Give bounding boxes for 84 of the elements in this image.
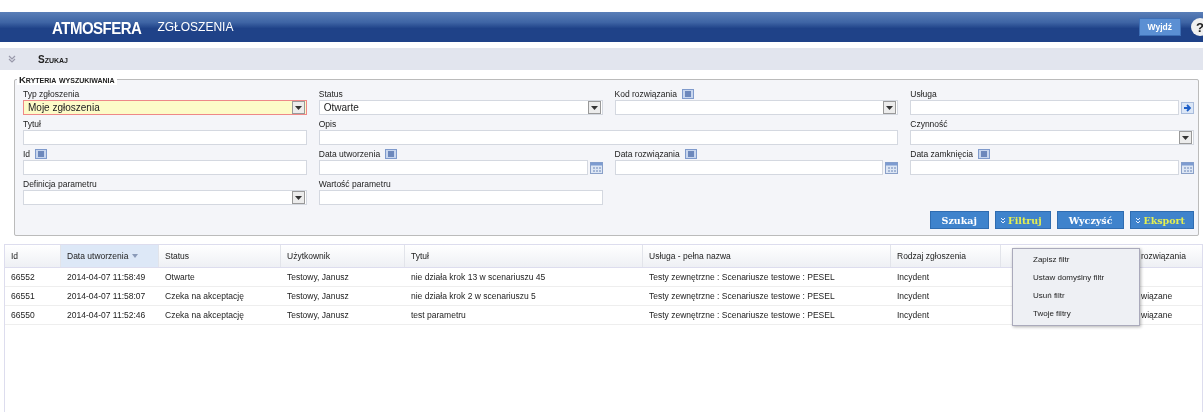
- filter-operator-icon[interactable]: [978, 148, 991, 159]
- column-header[interactable]: Rodzaj zgłoszenia: [891, 245, 1001, 267]
- table-cell: nie działa krok 2 w scenariuszu 5: [411, 291, 536, 301]
- menu-item[interactable]: Twoje filtry: [1013, 305, 1139, 323]
- column-header[interactable]: Status: [159, 245, 281, 267]
- table-cell: Testy zewnętrzne : Scenariusze testowe : PESEL: [649, 272, 835, 282]
- date-field[interactable]: [614, 160, 884, 175]
- calendar-icon[interactable]: [1181, 161, 1194, 174]
- select-field[interactable]: Moje zgłoszenia: [23, 100, 307, 115]
- field-label: Data rozwiązania: [614, 148, 680, 159]
- action-button[interactable]: Szukaj: [929, 211, 989, 229]
- field-label: Kod rozwiązania: [614, 88, 677, 99]
- table-cell: 66552: [11, 272, 35, 282]
- filter-operator-icon[interactable]: [684, 148, 697, 159]
- field-label: Data zamknięcia: [910, 148, 974, 159]
- table-cell: Czeka na akceptację: [165, 310, 244, 320]
- input-field[interactable]: [23, 160, 307, 175]
- input-field[interactable]: [23, 130, 307, 145]
- date-field[interactable]: [318, 160, 588, 175]
- table-cell: 66551: [11, 291, 35, 301]
- menu-item[interactable]: Zapisz filtr: [1013, 251, 1139, 269]
- table-cell: Testy zewnętrzne : Scenariusze testowe : PESEL: [649, 310, 835, 320]
- table-cell: Czeka na akceptację: [165, 291, 244, 301]
- column-header[interactable]: Data utworzenia: [61, 245, 159, 267]
- dropdown-icon[interactable]: [883, 101, 897, 114]
- table-cell: Testowy, Janusz: [287, 272, 349, 282]
- app-logo: ATMOSFERA: [52, 17, 142, 37]
- caret-icon: [1135, 216, 1142, 224]
- table-cell: Testowy, Janusz: [287, 310, 349, 320]
- table-cell: 2014-04-07 11:52:46: [67, 310, 146, 320]
- table-cell: wiązane: [1141, 310, 1173, 320]
- menu-item[interactable]: Ustaw domyślny filtr: [1013, 269, 1139, 287]
- field-label: Status: [318, 88, 343, 99]
- select-field[interactable]: Otwarte: [318, 100, 603, 115]
- table-cell: Incydent: [897, 310, 930, 320]
- calendar-icon[interactable]: [589, 161, 603, 174]
- criteria-title: Kryteria wyszukiwania: [17, 74, 117, 85]
- field-label: Typ zgłoszenia: [23, 88, 80, 99]
- dropdown-icon[interactable]: [291, 101, 305, 114]
- filter-operator-icon[interactable]: [681, 88, 694, 99]
- input-field[interactable]: [910, 100, 1179, 115]
- field-label: Data utworzenia: [318, 148, 381, 159]
- column-header[interactable]: Użytkownik: [281, 245, 405, 267]
- section-title: Szukaj: [38, 53, 68, 65]
- table-cell: wiązane: [1141, 291, 1173, 301]
- filter-operator-icon[interactable]: [35, 148, 48, 159]
- table-cell: Incydent: [897, 291, 930, 301]
- table-cell: Testowy, Janusz: [287, 291, 349, 301]
- dropdown-icon[interactable]: [1179, 131, 1192, 144]
- table-cell: Testy zewnętrzne : Scenariusze testowe : PESEL: [649, 291, 835, 301]
- table-cell: 66550: [11, 310, 35, 320]
- table-cell: nie działa krok 13 w scenariuszu 45: [411, 272, 546, 282]
- filter-operator-icon[interactable]: [385, 148, 398, 159]
- caret-icon: [999, 216, 1006, 224]
- field-label: Usługa: [910, 88, 937, 99]
- field-label: Wartość parametru: [318, 178, 391, 189]
- module-title: ZGŁOSZENIA: [157, 20, 234, 34]
- select-field[interactable]: [910, 130, 1194, 145]
- field-label: Opis: [318, 118, 337, 129]
- help-icon[interactable]: ?: [1191, 18, 1203, 36]
- action-button[interactable]: Wyczyść: [1056, 211, 1125, 229]
- select-field[interactable]: [614, 100, 899, 115]
- column-header[interactable]: Tytuł: [405, 245, 643, 267]
- dropdown-icon[interactable]: [291, 191, 305, 204]
- input-field[interactable]: [318, 130, 899, 145]
- dropdown-icon[interactable]: [587, 101, 601, 114]
- field-label: Definicja parametru: [23, 178, 97, 189]
- arrow-right-icon[interactable]: [1181, 101, 1194, 114]
- select-field[interactable]: [23, 190, 307, 205]
- table-cell: Otwarte: [165, 272, 195, 282]
- table-cell: 2014-04-07 11:58:07: [67, 291, 146, 301]
- date-field[interactable]: [910, 160, 1179, 175]
- field-label: Tytuł: [23, 118, 41, 129]
- collapse-icon[interactable]: [8, 55, 16, 63]
- field-label: Id: [23, 148, 31, 159]
- column-header[interactable]: Usługa - pełna nazwa: [643, 245, 891, 267]
- table-cell: test parametru: [411, 310, 466, 320]
- input-field[interactable]: [318, 190, 603, 205]
- table-cell: Incydent: [897, 272, 930, 282]
- field-label: Czynność: [910, 118, 948, 129]
- sort-icon[interactable]: [132, 254, 139, 258]
- calendar-icon[interactable]: [885, 161, 899, 174]
- menu-item[interactable]: Usuń filtr: [1013, 287, 1139, 305]
- table-cell: 2014-04-07 11:58:49: [67, 272, 146, 282]
